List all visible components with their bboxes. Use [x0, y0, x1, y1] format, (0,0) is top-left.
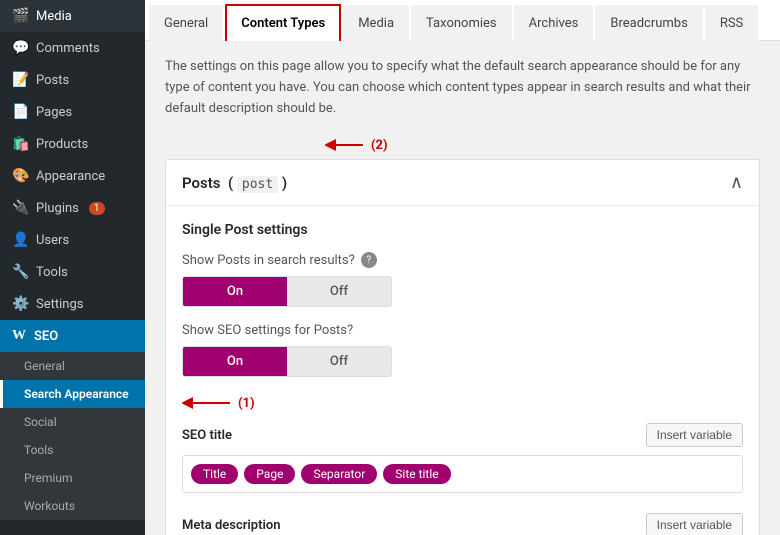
- sidebar-item-seo[interactable]: W SEO: [0, 320, 145, 352]
- media-icon: 🎬: [12, 8, 28, 24]
- sidebar: 🎬 Media 💬 Comments 📝 Posts 📄 Pages 🛍️ Pr…: [0, 0, 145, 535]
- toggle1-on-button[interactable]: On: [183, 277, 287, 306]
- posts-section-card: Posts ( post ) ∧ Single Post settings Sh…: [165, 159, 760, 535]
- sidebar-item-settings[interactable]: ⚙️ Settings: [0, 288, 145, 320]
- sidebar-item-label: Pages: [36, 105, 72, 120]
- sidebar-item-label: Settings: [36, 297, 83, 312]
- appearance-icon: 🎨: [12, 168, 28, 184]
- tag-site-title[interactable]: Site title: [383, 464, 450, 484]
- annotation1-label: (1): [238, 396, 255, 411]
- field-show-seo: Show SEO settings for Posts? On Off: [182, 323, 743, 377]
- tab-rss[interactable]: RSS: [705, 5, 758, 41]
- tab-media[interactable]: Media: [343, 5, 409, 41]
- toggle-show-seo: On Off: [182, 346, 392, 377]
- toggle2-on-button[interactable]: On: [183, 347, 287, 376]
- submenu-item-search-appearance[interactable]: Search Appearance: [0, 380, 145, 408]
- tab-breadcrumbs[interactable]: Breadcrumbs: [595, 5, 702, 41]
- plugins-badge: 1: [89, 202, 105, 215]
- submenu-item-premium[interactable]: Premium: [0, 464, 145, 492]
- users-icon: 👤: [12, 232, 28, 248]
- sidebar-item-posts[interactable]: 📝 Posts: [0, 64, 145, 96]
- submenu-item-tools[interactable]: Tools: [0, 436, 145, 464]
- tab-archives[interactable]: Archives: [514, 5, 594, 41]
- field1-label: Show Posts in search results? ?: [182, 252, 743, 268]
- sidebar-item-label: Products: [36, 137, 88, 152]
- annotation2-arrow: [325, 135, 365, 155]
- tab-taxonomies[interactable]: Taxonomies: [411, 5, 512, 41]
- tools-icon: 🔧: [12, 264, 28, 280]
- submenu-item-workouts[interactable]: Workouts: [0, 492, 145, 520]
- sidebar-item-products[interactable]: 🛍️ Products: [0, 128, 145, 160]
- content-area: The settings on this page allow you to s…: [145, 41, 780, 535]
- annotation1-row: (1): [182, 393, 743, 413]
- meta-description-area: Meta description Insert variable: [182, 513, 743, 535]
- tag-separator[interactable]: Separator: [301, 464, 377, 484]
- field2-label: Show SEO settings for Posts?: [182, 323, 743, 338]
- seo-title-tags-row: Title Page Separator Site title: [182, 455, 743, 493]
- tag-page[interactable]: Page: [244, 464, 295, 484]
- products-icon: 🛍️: [12, 136, 28, 152]
- tab-content-types[interactable]: Content Types: [225, 4, 341, 41]
- section-header: Posts ( post ) ∧: [166, 160, 759, 206]
- seo-title-area: SEO title Insert variable Title Page Sep…: [182, 423, 743, 493]
- insert-variable-meta-button[interactable]: Insert variable: [646, 513, 743, 535]
- sidebar-item-tools[interactable]: 🔧 Tools: [0, 256, 145, 288]
- sidebar-item-label: Media: [36, 9, 72, 24]
- sidebar-item-label: Posts: [36, 73, 69, 88]
- field-show-posts: Show Posts in search results? ? On Off: [182, 252, 743, 307]
- sidebar-item-comments[interactable]: 💬 Comments: [0, 32, 145, 64]
- main-content: General Content Types Media Taxonomies A…: [145, 0, 780, 535]
- toggle1-off-button[interactable]: Off: [287, 277, 391, 306]
- sidebar-item-appearance[interactable]: 🎨 Appearance: [0, 160, 145, 192]
- collapse-icon[interactable]: ∧: [730, 172, 743, 193]
- meta-field-header: Meta description Insert variable: [182, 513, 743, 535]
- submenu-item-general[interactable]: General: [0, 352, 145, 380]
- section-title: Posts ( post ): [182, 174, 287, 192]
- posts-icon: 📝: [12, 72, 28, 88]
- seo-submenu: General Search Appearance Social Tools P…: [0, 352, 145, 520]
- toggle2-off-button[interactable]: Off: [287, 347, 391, 376]
- sidebar-item-plugins[interactable]: 🔌 Plugins 1: [0, 192, 145, 224]
- sidebar-item-pages[interactable]: 📄 Pages: [0, 96, 145, 128]
- sidebar-item-label: Comments: [36, 41, 100, 56]
- insert-variable-seo-title-button[interactable]: Insert variable: [646, 423, 743, 447]
- sidebar-item-media[interactable]: 🎬 Media: [0, 0, 145, 32]
- tabs-bar: General Content Types Media Taxonomies A…: [145, 0, 780, 41]
- seo-title-label: SEO title: [182, 428, 232, 443]
- help-icon-1[interactable]: ?: [361, 252, 377, 268]
- section-body: Single Post settings Show Posts in searc…: [166, 206, 759, 535]
- comments-icon: 💬: [12, 40, 28, 56]
- plugins-icon: 🔌: [12, 200, 28, 216]
- tab-general[interactable]: General: [149, 5, 223, 41]
- sidebar-item-label: Users: [36, 233, 69, 248]
- annotation1-arrow: [182, 393, 232, 413]
- seo-icon: W: [12, 328, 26, 344]
- toggle-show-posts: On Off: [182, 276, 392, 307]
- submenu-item-social[interactable]: Social: [0, 408, 145, 436]
- sidebar-item-label: Tools: [36, 265, 68, 280]
- subsection-title: Single Post settings: [182, 222, 743, 238]
- seo-label: SEO: [34, 329, 58, 344]
- seo-field-header: SEO title Insert variable: [182, 423, 743, 447]
- annotation2-label: (2): [371, 138, 388, 153]
- sidebar-item-label: Plugins: [36, 201, 79, 216]
- sidebar-item-users[interactable]: 👤 Users: [0, 224, 145, 256]
- tag-title[interactable]: Title: [191, 464, 238, 484]
- pages-icon: 📄: [12, 104, 28, 120]
- info-text: The settings on this page allow you to s…: [165, 57, 760, 119]
- meta-description-label: Meta description: [182, 518, 280, 533]
- sidebar-item-label: Appearance: [36, 169, 105, 184]
- settings-icon: ⚙️: [12, 296, 28, 312]
